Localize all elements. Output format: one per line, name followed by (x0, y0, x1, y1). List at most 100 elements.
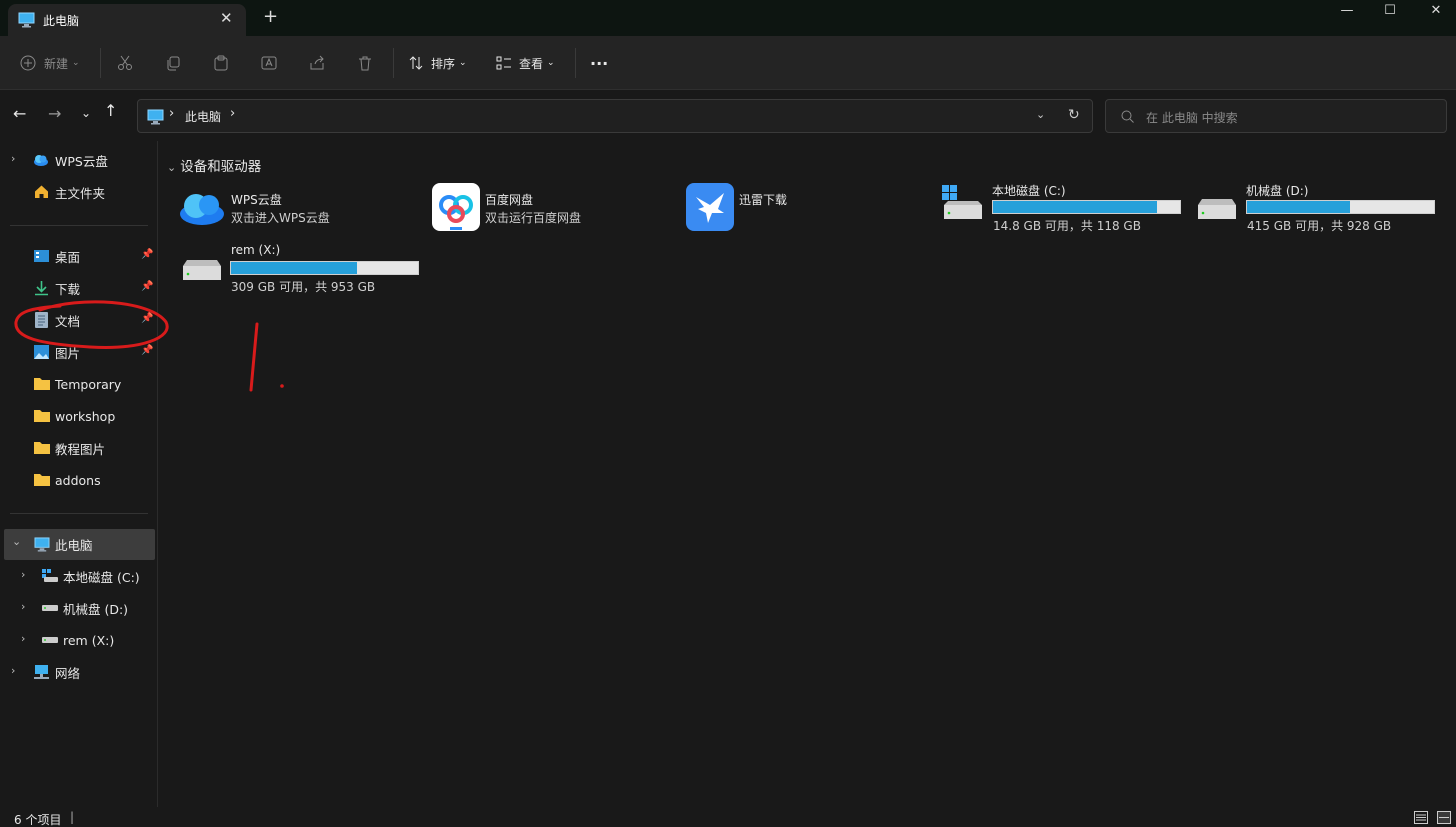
item-drive-d[interactable]: 机械盘 (D:) 415 GB 可用，共 928 GB (1194, 181, 1439, 235)
sidebar-item-home[interactable]: 主文件夹 (0, 178, 158, 206)
paste-button[interactable] (213, 49, 229, 77)
minimize-button[interactable]: — (1323, 0, 1371, 24)
more-options-button[interactable]: ··· (590, 49, 608, 77)
pictures-icon (34, 345, 49, 359)
new-tab-button[interactable]: + (263, 8, 278, 26)
xunlei-bird-icon (686, 183, 734, 231)
cut-button[interactable] (117, 49, 133, 77)
pin-icon[interactable]: 📌 (141, 281, 153, 292)
share-button[interactable] (309, 49, 325, 77)
chevron-down-icon[interactable]: ⌄ (167, 161, 176, 174)
new-button[interactable]: 新建 ⌄ (20, 49, 80, 77)
title-bar: 此电脑 ✕ + — ☐ ✕ (0, 0, 1456, 36)
sidebar-item-tutorial-images[interactable]: 教程图片 (0, 434, 158, 462)
forward-arrow-icon[interactable]: → (48, 104, 61, 123)
chevron-right-icon[interactable]: › (21, 632, 25, 645)
computer-icon (147, 109, 164, 125)
sidebar-item-downloads[interactable]: 下载 📌 (0, 274, 158, 302)
navigation-pane: › WPS云盘 主文件夹 桌面 📌 下载 📌 文档 📌 图片 📌 Tempora… (0, 141, 158, 807)
divider (393, 48, 394, 78)
sidebar-item-network[interactable]: › 网络 (0, 658, 158, 686)
tiles-view-icon[interactable] (1437, 811, 1451, 824)
computer-icon (18, 12, 35, 28)
back-arrow-icon[interactable]: ← (13, 104, 26, 123)
up-arrow-icon[interactable]: ↑ (104, 101, 117, 120)
details-view-icon[interactable] (1414, 811, 1428, 824)
drive-usage-bar (230, 261, 419, 275)
hard-drive-icon (42, 636, 58, 644)
sort-button[interactable]: 排序 ⌄ (408, 49, 467, 77)
copy-button[interactable] (165, 49, 181, 77)
item-baidu-netdisk[interactable]: 百度网盘 双击运行百度网盘 (432, 183, 672, 233)
sidebar-item-temporary[interactable]: Temporary (0, 370, 158, 398)
item-count: 6 个项目 (14, 813, 62, 827)
tab-this-pc[interactable]: 此电脑 ✕ (8, 4, 246, 36)
sidebar-item-drive-c[interactable]: › 本地磁盘 (C:) (0, 562, 158, 590)
item-name: WPS云盘 (231, 193, 282, 207)
sidebar-item-label: workshop (55, 408, 116, 424)
close-tab-icon[interactable]: ✕ (220, 9, 233, 27)
item-drive-x[interactable]: rem (X:) 309 GB 可用，共 953 GB (179, 242, 424, 296)
sidebar-item-workshop[interactable]: workshop (0, 402, 158, 430)
item-drive-c[interactable]: 本地磁盘 (C:) 14.8 GB 可用，共 118 GB (940, 181, 1185, 235)
folder-icon (34, 409, 50, 422)
drive-capacity-text: 415 GB 可用，共 928 GB (1247, 219, 1392, 233)
sidebar-item-addons[interactable]: addons (0, 466, 158, 494)
sidebar-item-label: 主文件夹 (55, 185, 106, 201)
chevron-down-icon[interactable]: ⌄ (12, 535, 21, 548)
delete-button[interactable] (357, 49, 373, 77)
group-header[interactable]: ⌄ 设备和驱动器 (167, 155, 261, 175)
desktop-icon (34, 250, 49, 262)
home-icon (34, 184, 49, 199)
sidebar-item-drive-x[interactable]: › rem (X:) (0, 626, 158, 654)
pin-icon[interactable]: 📌 (141, 249, 153, 260)
sidebar-item-drive-d[interactable]: › 机械盘 (D:) (0, 594, 158, 622)
breadcrumb-separator[interactable]: › (169, 106, 174, 121)
search-box[interactable]: 在 此电脑 中搜索 (1105, 99, 1447, 133)
windows-drive-icon (940, 183, 986, 221)
wps-cloud-icon (33, 153, 49, 167)
plus-circle-icon (20, 55, 36, 71)
view-button[interactable]: 查看 ⌄ (496, 49, 555, 77)
item-wps-cloud[interactable]: WPS云盘 双击进入WPS云盘 (179, 186, 419, 236)
chevron-right-icon[interactable]: › (21, 600, 25, 613)
item-description: 双击运行百度网盘 (485, 211, 582, 225)
tab-label: 此电脑 (43, 14, 80, 28)
status-bar: 6 个项目 | (0, 807, 1456, 827)
sidebar-item-label: 此电脑 (55, 538, 93, 553)
divider (100, 48, 101, 78)
chevron-right-icon[interactable]: › (21, 568, 25, 581)
maximize-button[interactable]: ☐ (1366, 0, 1414, 24)
chevron-right-icon[interactable]: › (11, 664, 15, 677)
rename-button[interactable] (261, 49, 277, 77)
sidebar-item-desktop[interactable]: 桌面 📌 (0, 242, 158, 270)
wps-cloud-icon (179, 188, 225, 226)
chevron-right-icon[interactable]: › (11, 152, 15, 165)
breadcrumb-this-pc[interactable]: 此电脑 (185, 108, 221, 125)
sidebar-item-documents[interactable]: 文档 📌 (0, 306, 158, 334)
sidebar-item-label: 文档 (55, 313, 81, 329)
item-xunlei-download[interactable]: 迅雷下载 (686, 183, 926, 233)
scissors-icon (117, 55, 133, 71)
recent-locations-chevron-icon[interactable]: ⌄ (81, 106, 91, 120)
chevron-down-icon: ⌄ (459, 58, 467, 68)
address-history-chevron-icon[interactable]: ⌄ (1036, 108, 1045, 121)
sort-label: 排序 (431, 56, 456, 71)
pin-icon[interactable]: 📌 (141, 345, 153, 356)
sidebar-item-pictures[interactable]: 图片 📌 (0, 338, 158, 366)
breadcrumb-separator[interactable]: › (230, 106, 235, 121)
sidebar-item-label: rem (X:) (63, 632, 115, 648)
hard-drive-icon (1194, 193, 1240, 221)
divider (10, 225, 148, 226)
sidebar-item-wps[interactable]: › WPS云盘 (0, 146, 158, 174)
divider (10, 513, 148, 514)
close-window-button[interactable]: ✕ (1412, 0, 1456, 24)
share-icon (309, 55, 325, 71)
address-bar[interactable]: › 此电脑 › ⌄ ↻ (137, 99, 1093, 133)
sort-arrows-icon (408, 55, 424, 71)
hard-drive-icon (42, 604, 58, 612)
command-bar: 新建 ⌄ 排序 ⌄ 查看 ⌄ ··· (0, 36, 1456, 90)
sidebar-item-this-pc[interactable]: ⌄ 此电脑 (4, 529, 155, 560)
refresh-icon[interactable]: ↻ (1068, 107, 1080, 123)
pin-icon[interactable]: 📌 (141, 313, 153, 324)
